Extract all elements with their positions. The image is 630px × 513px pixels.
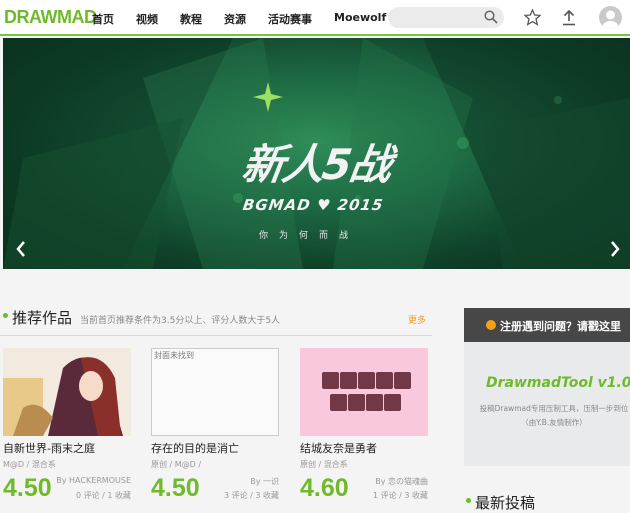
nav-item-events[interactable]: 活动赛事 <box>268 11 312 27</box>
chevron-left-icon[interactable] <box>14 240 28 258</box>
site-logo[interactable]: DRAWMAD <box>4 7 97 28</box>
nav-item-video[interactable]: 视频 <box>136 11 158 27</box>
work-meta: 原创 / M@D / <box>151 460 202 469</box>
drawmad-tool-panel[interactable]: DrawmadTool v1.0 投稿Drawmad专用压制工具，压制一步到位（… <box>464 342 630 466</box>
user-icon <box>602 10 619 29</box>
tool-title[interactable]: DrawmadTool v1.0 <box>486 375 630 391</box>
tool-description: 投稿Drawmad专用压制工具，压制一步到位（由Y.B.友情制作） <box>479 404 629 427</box>
work-stats: 0 评论 / 1 收藏 <box>75 491 131 500</box>
section-bullet <box>466 498 471 503</box>
register-help-banner[interactable]: 注册遇到问题？请戳这里 <box>464 308 630 342</box>
work-thumbnail[interactable] <box>300 348 428 436</box>
work-title[interactable]: 存在的目的是消亡 <box>151 440 239 456</box>
latest-section-title: 最新投稿 <box>475 494 536 512</box>
more-link[interactable]: 更多 <box>408 313 426 326</box>
work-stats: 1 评论 / 3 收藏 <box>372 491 428 500</box>
work-stats: 3 评论 / 3 收藏 <box>223 491 279 500</box>
section-description: 当前首页推荐条件为3.5分以上、评分人数大于5人 <box>80 316 281 326</box>
banner-subtitle: BGMAD ♥ 2015 <box>241 196 385 214</box>
banner-title: 新人5战 <box>239 140 394 189</box>
work-score: 4.60 <box>300 474 349 502</box>
hero-banner[interactable]: 新人5战 BGMAD ♥ 2015 你为何而战 <box>3 38 630 269</box>
work-author[interactable]: By 一识 <box>250 476 279 487</box>
work-title[interactable]: 结城友奈是勇者 <box>300 440 377 456</box>
work-card[interactable]: 自新世界-雨末之庭 M@D / 混合系 4.50 By HACKERMOUSE … <box>3 348 133 502</box>
search-icon[interactable] <box>484 10 498 24</box>
chevron-right-icon[interactable] <box>608 240 622 258</box>
section-title: 推荐作品 <box>12 309 73 327</box>
alert-icon <box>486 320 496 330</box>
nav-item-tutorial[interactable]: 教程 <box>180 11 202 27</box>
work-score: 4.50 <box>3 474 52 502</box>
nav-item-resources[interactable]: 资源 <box>224 11 246 27</box>
work-card[interactable]: 封面未找到 存在的目的是消亡 原创 / M@D / 4.50 By 一识 3 评… <box>151 348 281 502</box>
register-help-text[interactable]: 注册遇到问题？请戳这里 <box>500 318 621 334</box>
work-meta: 原创 / 混合系 <box>300 460 348 469</box>
work-meta: M@D / 混合系 <box>3 460 56 469</box>
broken-image-text: 封面未找到 <box>154 351 194 360</box>
work-title[interactable]: 自新世界-雨末之庭 <box>3 440 95 456</box>
star-icon[interactable] <box>524 9 541 26</box>
top-navbar: DRAWMAD 首页 视频 教程 资源 活动赛事 Moewolf <box>0 0 630 36</box>
work-card[interactable]: 结城友奈是勇者 原创 / 混合系 4.60 By 恋の猫魂曲 1 评论 / 3 … <box>300 348 430 502</box>
work-author[interactable]: By 恋の猫魂曲 <box>375 476 428 487</box>
avatar[interactable] <box>599 6 622 29</box>
work-thumbnail[interactable] <box>3 348 131 436</box>
search-input[interactable] <box>388 7 504 28</box>
section-bullet <box>3 313 8 318</box>
work-score: 4.50 <box>151 474 200 502</box>
nav-item-home[interactable]: 首页 <box>92 11 114 27</box>
nav-item-moewolf[interactable]: Moewolf <box>334 11 386 27</box>
work-thumbnail[interactable]: 封面未找到 <box>151 348 279 436</box>
work-author[interactable]: By HACKERMOUSE <box>56 476 131 485</box>
upload-icon[interactable] <box>561 9 577 26</box>
main-nav: 首页 视频 教程 资源 活动赛事 Moewolf <box>92 11 408 27</box>
section-divider <box>0 335 432 336</box>
banner-tagline: 你为何而战 <box>259 231 360 241</box>
